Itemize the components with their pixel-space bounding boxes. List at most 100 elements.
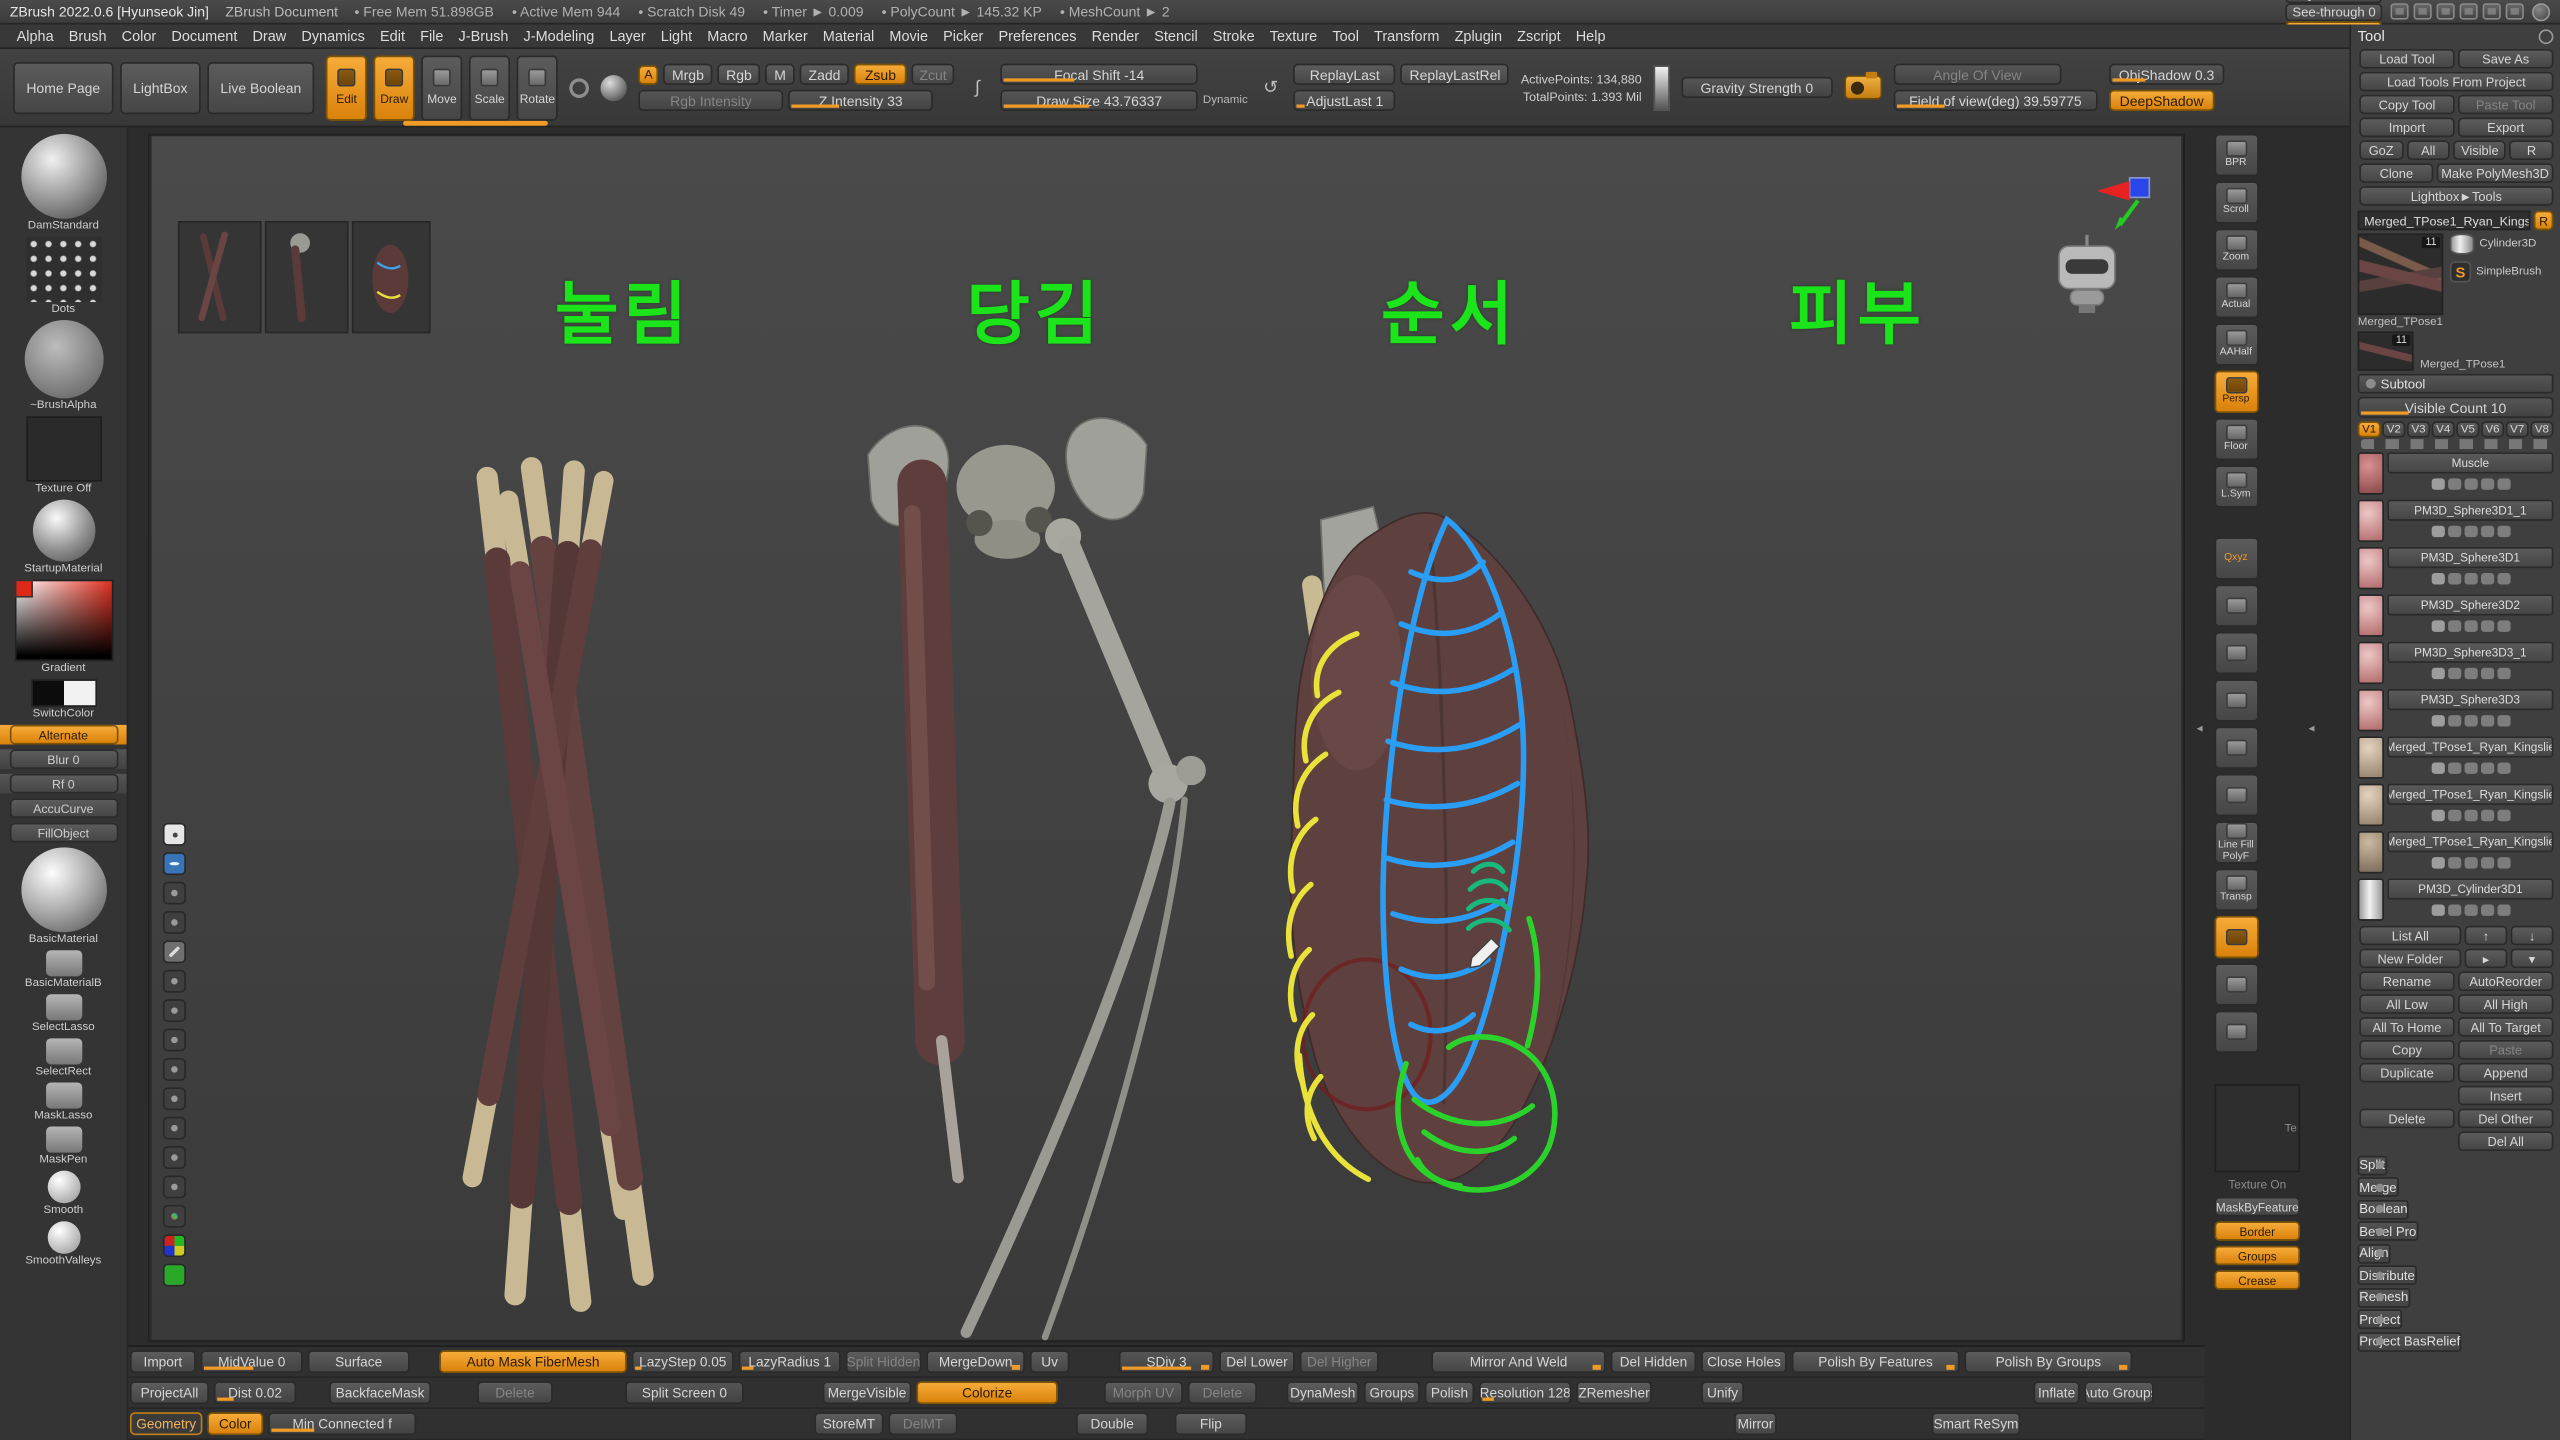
button-all-to-home[interactable]: All To Home [2359, 1017, 2454, 1037]
subtool-row-merged-tpose1-ryan-kingslie[interactable]: Merged_TPose1_Ryan_Kingslie [2358, 831, 2554, 877]
folder-next-button[interactable]: ▾ [2511, 949, 2554, 969]
visibility-eye-icon[interactable] [163, 852, 186, 875]
aahalf-button[interactable]: AAHalf [2214, 323, 2258, 365]
subtool-eye-strip[interactable] [2361, 439, 2550, 449]
button-load-tools-from-project[interactable]: Load Tools From Project [2359, 72, 2553, 92]
slider-midvalue-0[interactable]: MidValue 0 [201, 1350, 303, 1373]
m-button[interactable]: M [765, 64, 795, 85]
blur-slider[interactable]: Blur 0 [0, 749, 127, 769]
subtool-section-header[interactable]: Subtool [2358, 374, 2554, 394]
menu-item-zscript[interactable]: Zscript [1510, 24, 1567, 47]
button-mergedown[interactable]: MergeDown [926, 1350, 1025, 1373]
brush-damstandard[interactable]: DamStandard [0, 134, 127, 232]
switch-color[interactable]: SwitchColor [0, 679, 127, 720]
angle-of-view-camera-icon[interactable] [1844, 75, 1882, 99]
button-goz[interactable]: GoZ [2359, 140, 2403, 160]
subtool-row-icons[interactable] [2387, 759, 2553, 777]
draw-mode-button[interactable]: Draw [374, 55, 415, 120]
palette-section-merge[interactable]: Merge [2358, 1177, 2399, 1197]
button-all-low[interactable]: All Low [2359, 994, 2454, 1014]
button-color[interactable]: Color [207, 1412, 263, 1435]
subtool-name[interactable]: PM3D_Sphere3D3_1 [2387, 642, 2553, 663]
button-mergevisible[interactable]: MergeVisible [823, 1381, 912, 1404]
button-auto-groups[interactable]: Auto Groups [2085, 1381, 2154, 1404]
groups-button[interactable]: Groups [2214, 1246, 2300, 1266]
thumbnail[interactable] [45, 1082, 81, 1108]
button-colorize[interactable]: Colorize [916, 1381, 1057, 1404]
button-auto-mask-fibermesh[interactable]: Auto Mask FiberMesh [439, 1350, 627, 1373]
scale-mode-button[interactable]: Scale [469, 55, 510, 120]
replay-icon[interactable]: ↺ [1259, 77, 1282, 98]
visibility-tab-v1[interactable]: V1 [2358, 421, 2381, 437]
layout-columns-icon[interactable] [2437, 3, 2455, 19]
rf-slider[interactable]: Rf 0 [0, 774, 127, 794]
brush-smoothvalleys[interactable]: SmoothValleys [0, 1221, 127, 1267]
button-delete[interactable]: Delete [2359, 1109, 2454, 1129]
button-load-tool[interactable]: Load Tool [2359, 49, 2454, 69]
button-all-to-target[interactable]: All To Target [2458, 1017, 2553, 1037]
thumbnail[interactable] [21, 847, 107, 932]
document-thumbnails[interactable] [179, 222, 430, 333]
visibility-tab-v7[interactable]: V7 [2506, 421, 2529, 437]
slider-lazyradius-1[interactable]: LazyRadius 1 [739, 1350, 841, 1373]
button-import[interactable]: Import [130, 1350, 196, 1373]
slider-lazystep-0-05[interactable]: LazyStep 0.05 [632, 1350, 734, 1373]
zoom-button[interactable]: Zoom [2214, 229, 2258, 271]
palette-icon[interactable] [163, 1205, 186, 1228]
stroke-dots[interactable]: Dots [0, 237, 127, 315]
button-all-high[interactable]: All High [2458, 994, 2553, 1014]
subtool-row-pm3d-sphere3d3-1[interactable]: PM3D_Sphere3D3_1 [2358, 642, 2554, 688]
subtool-thumbnail[interactable] [2358, 452, 2384, 494]
adjust-last-slider[interactable]: AdjustLast 1 [1294, 90, 1396, 111]
subtool-row-pm3d-sphere3d3[interactable]: PM3D_Sphere3D3 [2358, 689, 2554, 735]
deepshadow-button[interactable]: DeepShadow [2109, 90, 2214, 111]
trash-icon[interactable] [163, 1087, 186, 1110]
actual-button[interactable]: Actual [2214, 276, 2258, 318]
visibility-tab-v6[interactable]: V6 [2481, 421, 2504, 437]
button-make-polymesh3d[interactable]: Make PolyMesh3D [2437, 163, 2554, 183]
palette-section-project-basrelief[interactable]: Project BasRelief [2358, 1331, 2462, 1351]
menu-item-movie[interactable]: Movie [883, 24, 935, 47]
subtool-name[interactable]: Muscle [2387, 452, 2553, 473]
menu-item-edit[interactable]: Edit [373, 24, 411, 47]
subtool-name[interactable]: PM3D_Cylinder3D1 [2387, 878, 2553, 899]
palette-section-bevel-pro[interactable]: Bevel Pro [2358, 1221, 2418, 1241]
button-list-all[interactable]: List All [2359, 926, 2461, 946]
accucurve-button[interactable]: AccuCurve [0, 798, 127, 818]
dynamic-perspective-icon[interactable] [2214, 916, 2258, 958]
gravity-strength-slider[interactable]: Gravity Strength 0 [1681, 77, 1832, 98]
subtool-thumbnail[interactable] [2358, 736, 2384, 778]
subtool-thumbnail[interactable] [2358, 878, 2384, 920]
button-projectall[interactable]: ProjectAll [130, 1381, 209, 1404]
qxyz-button[interactable]: Qxyz [2214, 537, 2258, 579]
subtool-name[interactable]: Merged_TPose1_Ryan_Kingslie [2387, 736, 2553, 757]
button-polish-by-features[interactable]: Polish By Features [1792, 1350, 1960, 1373]
lightbox-button[interactable]: LightBox [120, 61, 201, 113]
mrgb-button[interactable]: Mrgb [663, 64, 712, 85]
gravity-direction-widget[interactable] [1653, 64, 1669, 110]
subtool-row-icons[interactable] [2387, 807, 2553, 825]
stroke-ring-icon[interactable] [569, 78, 589, 98]
button-close-holes[interactable]: Close Holes [1701, 1350, 1787, 1373]
thumbnail[interactable] [45, 1038, 81, 1064]
rgb-intensity-slider[interactable]: Rgb Intensity [639, 90, 784, 111]
button-lightbox-tools[interactable]: Lightbox►Tools [2359, 186, 2553, 206]
pen-icon[interactable] [163, 911, 186, 934]
button-save-as[interactable]: Save As [2458, 49, 2553, 69]
button-del-lower[interactable]: Del Lower [1219, 1350, 1295, 1373]
thumbnail[interactable] [45, 950, 81, 976]
button-zremesher[interactable]: ZRemesher [1576, 1381, 1652, 1404]
rotate3d-icon[interactable] [2214, 774, 2258, 816]
cylinder3d-tool[interactable]: Cylinder3D [2450, 233, 2554, 254]
menu-item-render[interactable]: Render [1085, 24, 1146, 47]
menu-item-alpha[interactable]: Alpha [10, 24, 60, 47]
thumbnail[interactable] [45, 994, 81, 1020]
menu-item-draw[interactable]: Draw [246, 24, 293, 47]
menu-item-zplugin[interactable]: Zplugin [1448, 24, 1509, 47]
menu-item-material[interactable]: Material [816, 24, 881, 47]
subtool-down-button[interactable]: ↓ [2511, 926, 2554, 946]
thumbnail[interactable] [21, 134, 107, 219]
line-tool-icon[interactable] [163, 970, 186, 993]
replay-last-button[interactable]: ReplayLast [1294, 64, 1396, 85]
visible-count-slider[interactable]: Visible Count 10 [2358, 397, 2554, 418]
